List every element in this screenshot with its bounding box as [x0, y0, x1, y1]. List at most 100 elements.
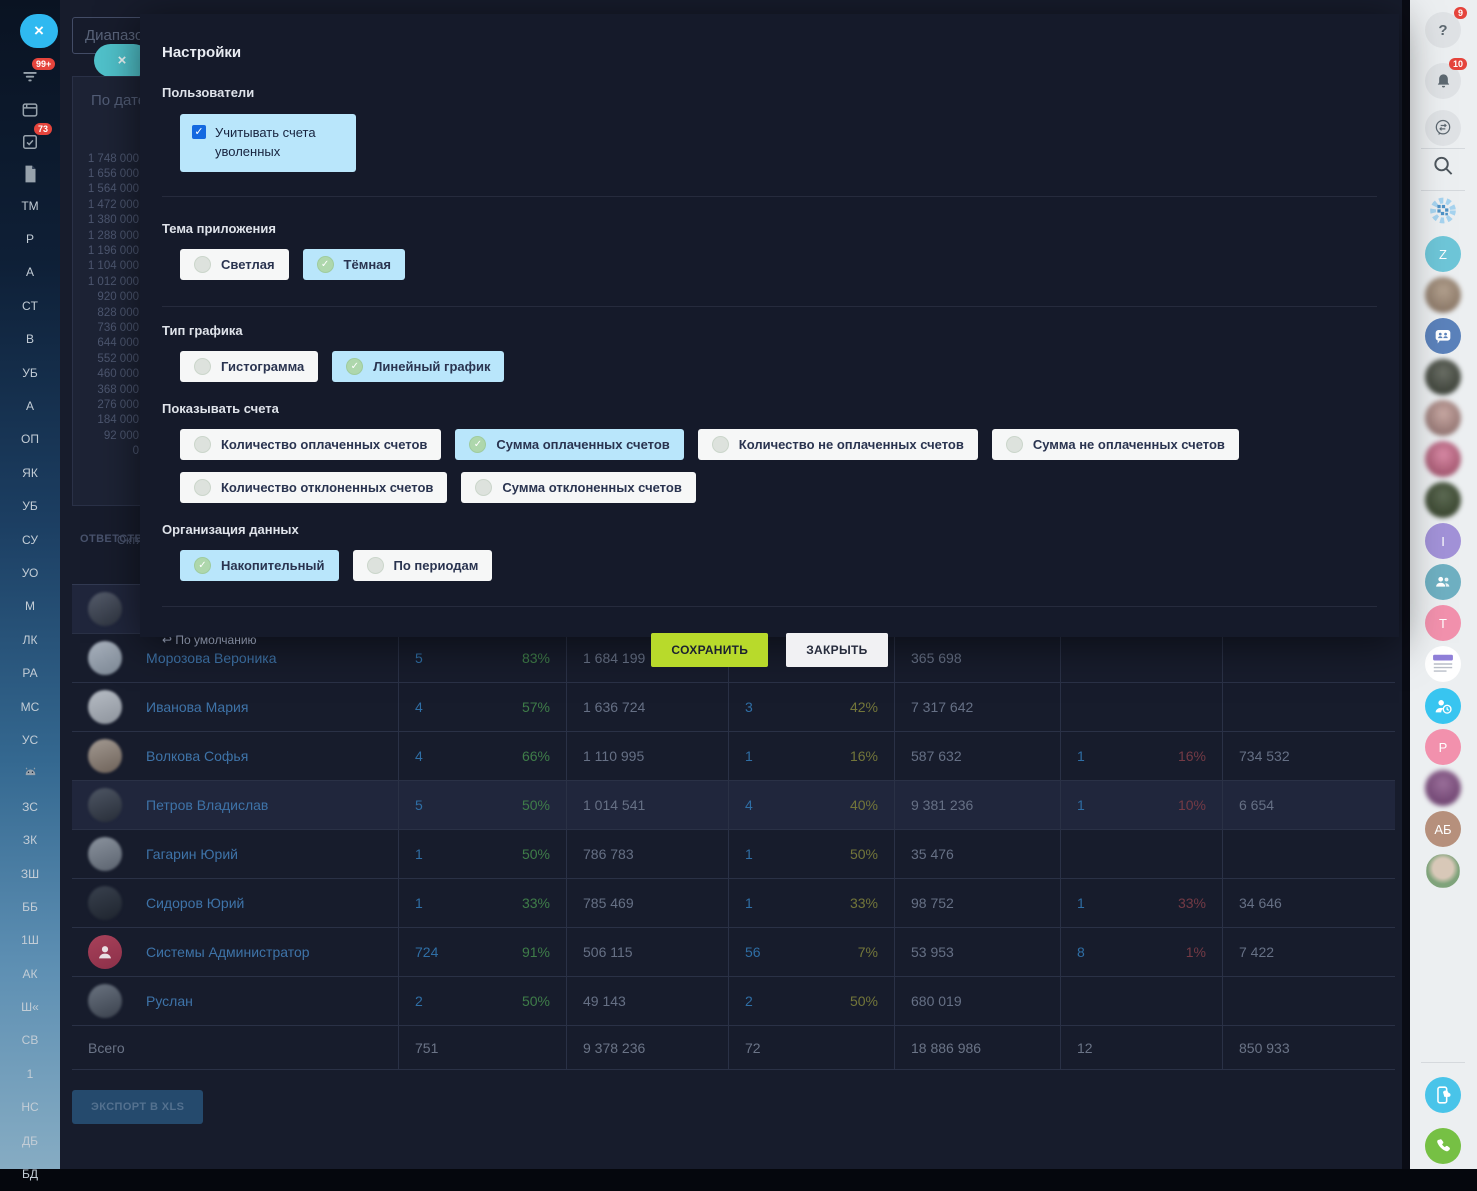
option-tile-selected[interactable]: ✓Накопительный: [180, 550, 339, 581]
sidebar-item-АК[interactable]: АК: [0, 957, 60, 990]
phone-icon[interactable]: [1425, 1128, 1461, 1164]
settings-modal: Настройки Пользователи ✓ Учитывать счета…: [140, 14, 1399, 637]
group-chat-icon[interactable]: [1425, 318, 1461, 354]
checkbox-checked-icon[interactable]: ✓: [192, 125, 206, 139]
sidebar-item-P[interactable]: P: [0, 222, 60, 255]
sidebar-item-ЗК[interactable]: ЗК: [0, 823, 60, 856]
sidebar-item-TM[interactable]: TM: [0, 189, 60, 222]
option-tile-unselected[interactable]: ✓Сумма отклоненных счетов: [461, 472, 695, 503]
sidebar-item-УС[interactable]: УС: [0, 723, 60, 756]
data-org-options: ✓Накопительный ✓По периодам: [180, 550, 1377, 581]
sidebar-item-БД[interactable]: БД: [0, 1157, 60, 1190]
sidebar-item-B[interactable]: B: [0, 323, 60, 356]
search-icon[interactable]: [1432, 154, 1455, 182]
document-preview-icon[interactable]: [1425, 646, 1461, 682]
count-value: 1: [745, 748, 753, 764]
percent-value: 33%: [850, 895, 878, 911]
panel-icon[interactable]: [19, 99, 41, 121]
option-tile-unselected[interactable]: ✓Количество не оплаченных счетов: [698, 429, 978, 460]
help-icon[interactable]: ?9: [1425, 12, 1461, 48]
avatar-blurred[interactable]: [1425, 400, 1461, 436]
avatar-blurred[interactable]: [1425, 441, 1461, 477]
avatar-z[interactable]: Z: [1425, 236, 1461, 272]
responsible-name-link[interactable]: Волкова Софья: [146, 748, 248, 764]
responsible-name-link[interactable]: Руслан: [146, 993, 193, 1009]
responsible-name-link[interactable]: Системы Администратор: [146, 944, 310, 960]
avatar-blurred[interactable]: [1425, 277, 1461, 313]
radio-circle-icon: ✓: [475, 479, 492, 496]
sidebar-item-НС[interactable]: НС: [0, 1091, 60, 1124]
sidebar-item-ДБ[interactable]: ДБ: [0, 1124, 60, 1157]
section-theme-label: Тема приложения: [162, 221, 1377, 236]
count-value: 1: [745, 895, 753, 911]
sidebar-item-УБ[interactable]: УБ: [0, 356, 60, 389]
sidebar-item-ЗШ[interactable]: ЗШ: [0, 857, 60, 890]
sidebar-item-1[interactable]: 1: [0, 1057, 60, 1090]
radio-circle-icon: ✓: [1006, 436, 1023, 453]
percent-value: 50%: [522, 993, 550, 1009]
sidebar-item-УО[interactable]: УО: [0, 556, 60, 589]
table-row: Иванова Мария457%1 636 724342%7 317 642: [72, 683, 1395, 732]
avatar-i[interactable]: I: [1425, 523, 1461, 559]
option-tile-unselected[interactable]: ✓По периодам: [353, 550, 493, 581]
save-button[interactable]: СОХРАНИТЬ: [651, 633, 768, 667]
avatar-t[interactable]: T: [1425, 605, 1461, 641]
count-value: 1: [415, 895, 423, 911]
sidebar-item-ОП[interactable]: ОП: [0, 423, 60, 456]
avatar-blurred[interactable]: [1425, 770, 1461, 806]
responsible-name-link[interactable]: Иванова Мария: [146, 699, 248, 715]
avatar-blurred[interactable]: [1425, 359, 1461, 395]
bell-icon[interactable]: 10: [1425, 63, 1461, 99]
sidebar-item-Ш«[interactable]: Ш«: [0, 990, 60, 1023]
sidebar-item-М[interactable]: М: [0, 590, 60, 623]
person-clock-icon[interactable]: [1425, 688, 1461, 724]
integration-gear-icon[interactable]: [1429, 197, 1457, 230]
option-tile-selected[interactable]: ✓Линейный график: [332, 351, 504, 382]
include-dismissed-checkbox[interactable]: ✓ Учитывать счета уволенных: [180, 114, 356, 172]
option-tile-selected[interactable]: ✓Сумма оплаченных счетов: [455, 429, 683, 460]
sidebar-item-МС[interactable]: МС: [0, 690, 60, 723]
avatar-photo[interactable]: [1426, 854, 1460, 888]
option-tile-unselected[interactable]: ✓Сумма не оплаченных счетов: [992, 429, 1239, 460]
close-button[interactable]: ЗАКРЫТЬ: [786, 633, 887, 667]
sidebar-item-РА[interactable]: РА: [0, 656, 60, 689]
table-row: Гагарин Юрий150%786 783150%35 476: [72, 830, 1395, 879]
sidebar-item-A[interactable]: A: [0, 256, 60, 289]
sidebar-item-A[interactable]: A: [0, 389, 60, 422]
avatar-p[interactable]: P: [1425, 729, 1461, 765]
sidebar-item-УБ[interactable]: УБ: [0, 490, 60, 523]
sidebar-item-1Ш[interactable]: 1Ш: [0, 924, 60, 957]
two-people-icon[interactable]: [1425, 564, 1461, 600]
responsible-name-link[interactable]: Петров Владислав: [146, 797, 268, 813]
theme-options: ✓Светлая ✓Тёмная: [180, 249, 1377, 280]
close-panel-button[interactable]: ×: [20, 14, 58, 48]
option-tile-unselected[interactable]: ✓Гистограмма: [180, 351, 318, 382]
sidebar-item-ЯК[interactable]: ЯК: [0, 456, 60, 489]
option-tile-unselected[interactable]: ✓Количество отклоненных счетов: [180, 472, 447, 503]
sidebar-item-СВ[interactable]: СВ: [0, 1024, 60, 1057]
avatar: [88, 641, 122, 675]
responsible-name-link[interactable]: Сидоров Юрий: [146, 895, 244, 911]
radio-circle-icon: ✓: [194, 436, 211, 453]
show-accounts-options: ✓Количество оплаченных счетов ✓Сумма опла…: [180, 429, 1340, 503]
export-xls-button[interactable]: ЭКСПОРТ В XLS: [72, 1090, 203, 1124]
section-users-label: Пользователи: [162, 85, 1377, 100]
responsible-name-link[interactable]: Гагарин Юрий: [146, 846, 238, 862]
dialog-settings-icon[interactable]: [1425, 110, 1461, 146]
option-tile-selected[interactable]: ✓Тёмная: [303, 249, 405, 280]
option-tile-unselected[interactable]: ✓Количество оплаченных счетов: [180, 429, 441, 460]
sidebar-item-CT[interactable]: CT: [0, 289, 60, 322]
sidebar-item-ЗС[interactable]: ЗС: [0, 790, 60, 823]
avatar-blurred[interactable]: [1425, 482, 1461, 518]
chart-type-options: ✓Гистограмма ✓Линейный график: [180, 351, 1377, 382]
table-row: Системы Администратор72491%506 115567%53…: [72, 928, 1395, 977]
mobile-sync-icon[interactable]: [1425, 1077, 1461, 1113]
sidebar-item-ЛК[interactable]: ЛК: [0, 623, 60, 656]
reset-default-link[interactable]: ↩ По умолчанию: [162, 633, 257, 647]
avatar-ab[interactable]: АБ: [1425, 811, 1461, 847]
sidebar-item-СУ[interactable]: СУ: [0, 523, 60, 556]
sidebar-item-ББ[interactable]: ББ: [0, 890, 60, 923]
document-icon[interactable]: [19, 163, 41, 185]
android-icon[interactable]: [0, 757, 60, 790]
option-tile-unselected[interactable]: ✓Светлая: [180, 249, 289, 280]
